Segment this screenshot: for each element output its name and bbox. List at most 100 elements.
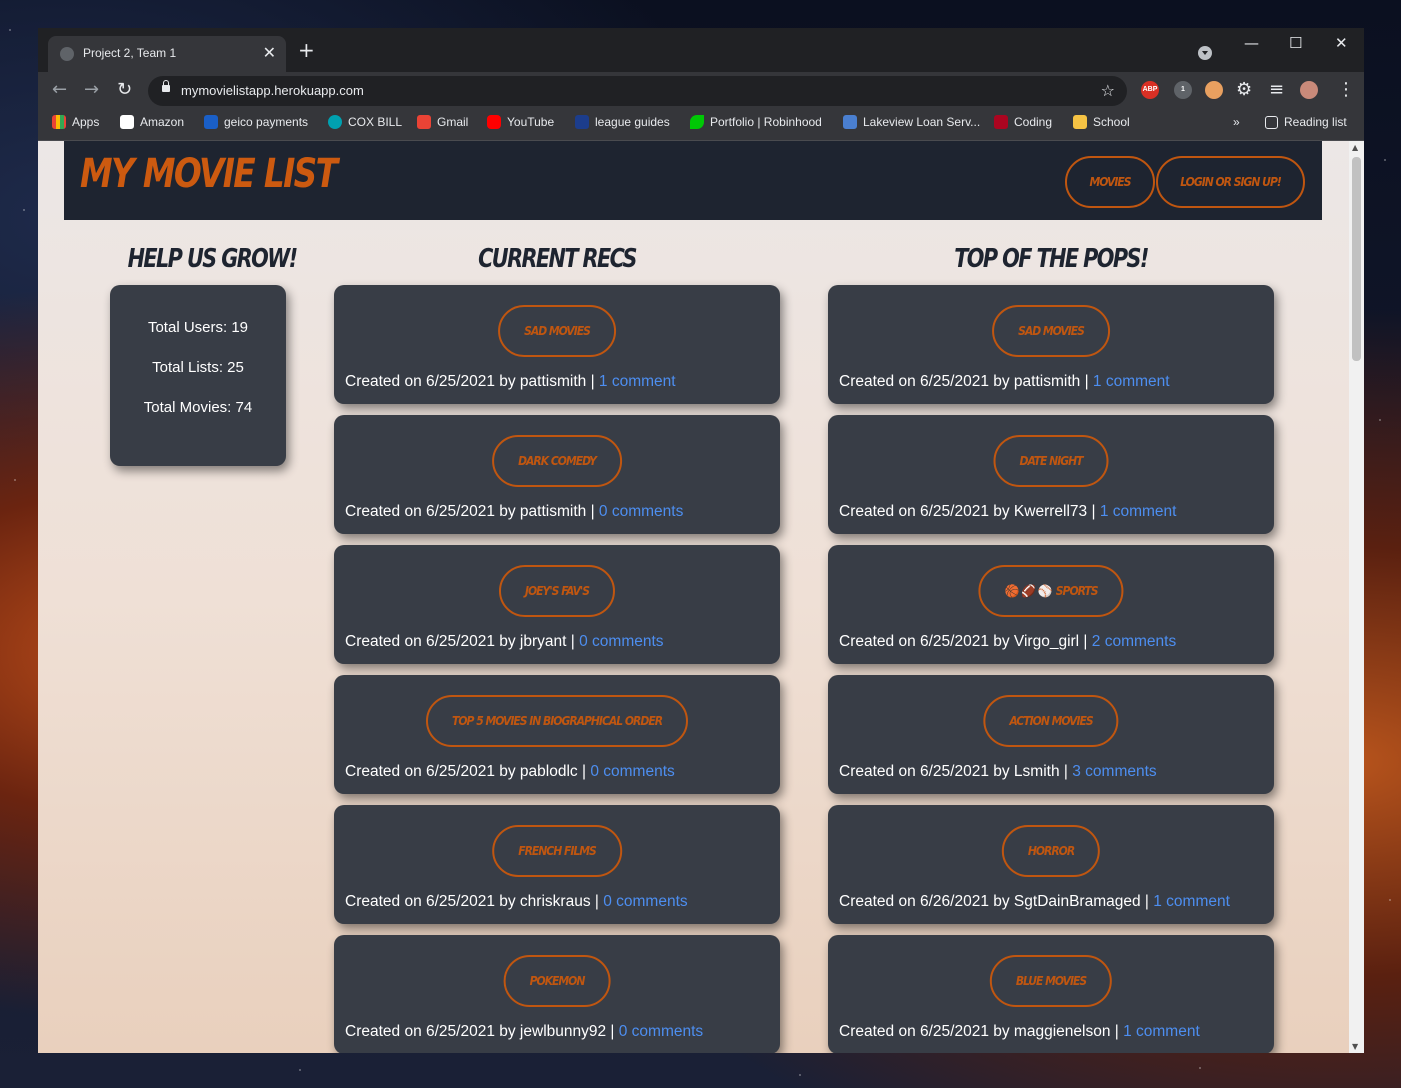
adblock-icon[interactable]: ABP [1141, 81, 1159, 99]
reload-icon[interactable]: ↻ [117, 79, 132, 100]
back-icon[interactable]: ← [52, 79, 67, 100]
lakeview-icon [843, 115, 857, 129]
comments-link[interactable]: 1 comment [599, 373, 676, 390]
list-meta: Created on 6/25/2021 by Kwerrell73 | 1 c… [839, 503, 1177, 520]
amazon-icon [120, 115, 134, 129]
site-navbar: MY MOVIE LIST Movies Login or Sign Up! [64, 141, 1322, 220]
bookmark-coding[interactable]: Coding [994, 115, 1052, 129]
page-viewport: MY MOVIE LIST Movies Login or Sign Up! H… [38, 141, 1364, 1053]
browser-tab[interactable]: Project 2, Team 1 ✕ [48, 36, 286, 72]
scroll-down-icon[interactable]: ▼ [1352, 1042, 1358, 1051]
list-title-button[interactable]: Top 5 Movies in Biographical Order [425, 695, 689, 747]
scroll-up-icon[interactable]: ▲ [1352, 143, 1358, 152]
comments-link[interactable]: 0 comments [619, 1023, 703, 1040]
bookmark-cox[interactable]: COX BILL [328, 115, 402, 129]
minimize-icon[interactable]: — [1244, 34, 1259, 52]
list-card: Dark Comedy Created on 6/25/2021 by patt… [334, 415, 780, 534]
reading-list-icon [1265, 115, 1278, 129]
total-users: Total Users: 19 [147, 319, 249, 336]
list-card: Sad Movies Created on 6/25/2021 by patti… [334, 285, 780, 404]
tab-strip: Project 2, Team 1 ✕ + — ☐ ✕ [38, 28, 1364, 72]
list-meta: Created on 6/25/2021 by pattismith | 0 c… [345, 503, 684, 520]
comments-link[interactable]: 0 comments [590, 763, 674, 780]
comments-link[interactable]: 0 comments [579, 633, 663, 650]
stats-heading: Help Us Grow! [127, 244, 298, 274]
maximize-icon[interactable]: ☐ [1289, 34, 1302, 52]
comments-link[interactable]: 2 comments [1092, 633, 1176, 650]
bookmark-lakeview[interactable]: Lakeview Loan Serv... [843, 115, 980, 129]
list-title-button[interactable]: Sad Movies [498, 305, 616, 357]
list-card: Date Night Created on 6/25/2021 by Kwerr… [828, 415, 1274, 534]
forward-icon[interactable]: → [84, 79, 99, 100]
list-title-button[interactable]: 🏀 🏈 ⚾ Sports [978, 565, 1124, 617]
bookmark-amazon[interactable]: Amazon [120, 115, 184, 129]
media-icon[interactable]: ≡ [1269, 79, 1284, 100]
list-meta: Created on 6/25/2021 by pattismith | 1 c… [345, 373, 676, 390]
list-card: Horror Created on 6/26/2021 by SgtDainBr… [828, 805, 1274, 924]
browser-toolbar: ← → ↻ mymovielistapp.herokuapp.com ☆ ABP… [38, 72, 1364, 110]
current-recs-heading: Current Recs [478, 244, 637, 274]
list-card: Blue Movies Created on 6/25/2021 by magg… [828, 935, 1274, 1053]
menu-icon[interactable]: ⋮ [1337, 79, 1355, 100]
site-logo[interactable]: MY MOVIE LIST [80, 151, 338, 197]
comments-link[interactable]: 1 comment [1153, 893, 1230, 910]
list-meta: Created on 6/25/2021 by chriskraus | 0 c… [345, 893, 688, 910]
tab-search-icon[interactable] [1198, 46, 1212, 60]
more-bookmarks-button[interactable]: » [1233, 115, 1240, 129]
extension-icon[interactable] [1205, 81, 1223, 99]
new-tab-button[interactable]: + [298, 40, 315, 60]
lock-icon [162, 80, 170, 92]
comments-link[interactable]: 1 comment [1100, 503, 1177, 520]
bookmark-gmail[interactable]: Gmail [417, 115, 468, 129]
list-title-button[interactable]: Action Movies [983, 695, 1119, 747]
puzzle-icon[interactable]: ⚙ [1236, 79, 1252, 100]
comments-link[interactable]: 0 comments [603, 893, 687, 910]
geico-icon [204, 115, 218, 129]
comments-link[interactable]: 0 comments [599, 503, 683, 520]
list-title-button[interactable]: French Films [492, 825, 622, 877]
list-title-button[interactable]: Blue Movies [989, 955, 1113, 1007]
login-signup-button[interactable]: Login or Sign Up! [1156, 156, 1305, 208]
list-card: Joey's Fav's Created on 6/25/2021 by jbr… [334, 545, 780, 664]
total-movies: Total Movies: 74 [143, 399, 253, 416]
bookmark-apps[interactable]: Apps [52, 115, 99, 129]
list-title-button[interactable]: Joey's Fav's [498, 565, 616, 617]
bookmark-star-icon[interactable]: ☆ [1101, 81, 1115, 100]
stats-card: Total Users: 19 Total Lists: 25 Total Mo… [110, 285, 286, 466]
extension-badge-icon[interactable]: 1 [1174, 81, 1192, 99]
extension-badge-count: 1 [1181, 86, 1185, 93]
bookmark-robinhood[interactable]: Portfolio | Robinhood [690, 115, 822, 129]
list-meta: Created on 6/25/2021 by jbryant | 0 comm… [345, 633, 664, 650]
youtube-icon [487, 115, 501, 129]
browser-window: Project 2, Team 1 ✕ + — ☐ ✕ ← → ↻ mymovi… [38, 28, 1364, 1053]
cox-icon [328, 115, 342, 129]
list-title-button[interactable]: Pokemon [503, 955, 611, 1007]
url-text: mymovielistapp.herokuapp.com [181, 83, 364, 98]
list-title-button[interactable]: Sad Movies [992, 305, 1110, 357]
list-meta: Created on 6/25/2021 by jewlbunny92 | 0 … [345, 1023, 704, 1040]
list-title-button[interactable]: Dark Comedy [492, 435, 622, 487]
close-icon[interactable]: ✕ [263, 43, 276, 62]
list-title-button[interactable]: Horror [1001, 825, 1101, 877]
list-meta: Created on 6/25/2021 by pattismith | 1 c… [839, 373, 1170, 390]
comments-link[interactable]: 3 comments [1072, 763, 1156, 780]
address-bar[interactable]: mymovielistapp.herokuapp.com ☆ [148, 76, 1127, 106]
sports-balls-icon: 🏀 🏈 ⚾ [1004, 584, 1052, 598]
bookmark-youtube[interactable]: YouTube [487, 115, 554, 129]
bookmark-league-guides[interactable]: league guides [575, 115, 670, 129]
list-meta: Created on 6/25/2021 by pablodlc | 0 com… [345, 763, 675, 780]
window-close-icon[interactable]: ✕ [1335, 34, 1348, 52]
apps-grid-icon [52, 115, 66, 129]
profile-avatar[interactable] [1300, 81, 1318, 99]
comments-link[interactable]: 1 comment [1123, 1023, 1200, 1040]
movies-nav-button[interactable]: Movies [1065, 156, 1155, 208]
scroll-thumb[interactable] [1352, 157, 1361, 361]
reading-list-button[interactable]: Reading list [1265, 115, 1347, 129]
bookmark-geico[interactable]: geico payments [204, 115, 308, 129]
bookmarks-bar: Apps Amazon geico payments COX BILL Gmai… [38, 110, 1364, 141]
list-title-button[interactable]: Date Night [993, 435, 1109, 487]
top-pops-heading: Top of the Pops! [954, 244, 1149, 274]
comments-link[interactable]: 1 comment [1093, 373, 1170, 390]
page-scrollbar[interactable]: ▲ ▼ [1349, 141, 1364, 1053]
bookmark-school[interactable]: School [1073, 115, 1130, 129]
